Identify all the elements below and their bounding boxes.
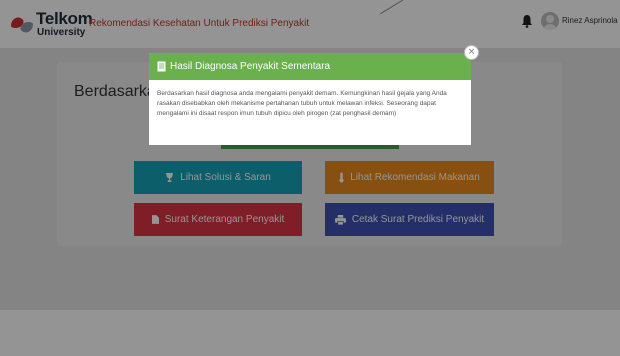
modal-header: Hasil Diagnosa Penyakit Sementara: [149, 53, 471, 80]
document-icon: [157, 61, 166, 72]
close-icon[interactable]: ×: [464, 45, 479, 60]
diagnosis-modal: Hasil Diagnosa Penyakit Sementara Berdas…: [149, 53, 471, 145]
modal-title: Hasil Diagnosa Penyakit Sementara: [170, 61, 331, 72]
modal-body-text: Berdasarkan hasil diagnosa anda mengalam…: [157, 90, 447, 118]
close-glyph: ×: [467, 47, 476, 57]
